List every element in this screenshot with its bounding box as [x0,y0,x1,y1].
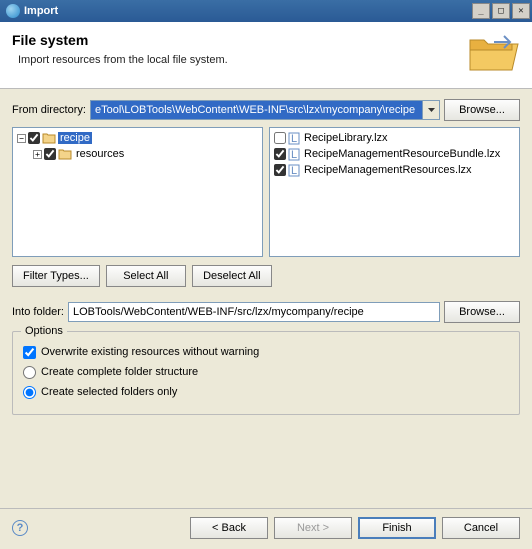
from-directory-input[interactable] [90,100,423,120]
deselect-all-button[interactable]: Deselect All [192,265,272,287]
next-button[interactable]: Next > [274,517,352,539]
page-subtitle: Import resources from the local file sys… [18,54,468,66]
overwrite-option[interactable]: Overwrite existing resources without war… [23,342,509,362]
file-checkbox[interactable] [274,132,286,144]
select-all-button[interactable]: Select All [106,265,186,287]
import-folder-icon [468,32,520,74]
folder-icon [42,132,56,144]
cancel-button[interactable]: Cancel [442,517,520,539]
file-label: RecipeManagementResources.lzx [302,164,474,176]
complete-structure-option[interactable]: Create complete folder structure [23,362,509,382]
from-directory-label: From directory: [12,104,86,116]
titlebar: Import _ □ ✕ [0,0,532,22]
selected-radio[interactable] [23,386,36,399]
header-panel: File system Import resources from the lo… [0,22,532,89]
page-title: File system [12,32,468,48]
tree-item-label: resources [74,148,126,160]
options-group: Options Overwrite existing resources wit… [12,331,520,415]
into-folder-row: Into folder: Browse... [12,301,520,323]
file-icon: L [288,132,300,145]
chevron-down-icon [428,108,435,112]
complete-radio[interactable] [23,366,36,379]
into-browse-button[interactable]: Browse... [444,301,520,323]
file-checkbox[interactable] [274,164,286,176]
into-folder-label: Into folder: [12,306,64,318]
recipe-checkbox[interactable] [28,132,40,144]
from-browse-button[interactable]: Browse... [444,99,520,121]
finish-button[interactable]: Finish [358,517,436,539]
filter-types-button[interactable]: Filter Types... [12,265,100,287]
expand-icon[interactable]: + [33,150,42,159]
back-button[interactable]: < Back [190,517,268,539]
collapse-icon[interactable]: − [17,134,26,143]
maximize-button[interactable]: □ [492,3,510,19]
window-title: Import [24,5,470,17]
file-icon: L [288,164,300,177]
file-label: RecipeManagementResourceBundle.lzx [302,148,502,160]
file-label: RecipeLibrary.lzx [302,132,390,144]
svg-text:L: L [291,165,297,177]
folder-icon [58,148,72,160]
from-directory-row: From directory: Browse... [12,99,520,121]
selected-label: Create selected folders only [41,386,177,398]
selected-folders-option[interactable]: Create selected folders only [23,382,509,402]
file-tree[interactable]: L RecipeLibrary.lzx L RecipeManagementRe… [269,127,520,257]
help-icon[interactable]: ? [12,520,28,536]
overwrite-label: Overwrite existing resources without war… [41,346,259,358]
complete-label: Create complete folder structure [41,366,198,378]
app-icon [6,4,20,18]
footer: ? < Back Next > Finish Cancel [0,508,532,549]
folder-tree[interactable]: − recipe + resources [12,127,263,257]
into-folder-input[interactable] [68,302,440,322]
file-item[interactable]: L RecipeManagementResourceBundle.lzx [272,146,517,162]
file-item[interactable]: L RecipeManagementResources.lzx [272,162,517,178]
file-checkbox[interactable] [274,148,286,160]
file-icon: L [288,148,300,161]
tree-item-resources[interactable]: + resources [15,146,260,162]
from-directory-dropdown[interactable] [423,100,440,120]
svg-text:L: L [291,133,297,145]
options-legend: Options [21,325,67,337]
minimize-button[interactable]: _ [472,3,490,19]
tree-item-recipe[interactable]: − recipe [15,130,260,146]
tree-item-label: recipe [58,132,92,144]
resources-checkbox[interactable] [44,148,56,160]
overwrite-checkbox[interactable] [23,346,36,359]
file-item[interactable]: L RecipeLibrary.lzx [272,130,517,146]
svg-text:L: L [291,149,297,161]
close-button[interactable]: ✕ [512,3,530,19]
